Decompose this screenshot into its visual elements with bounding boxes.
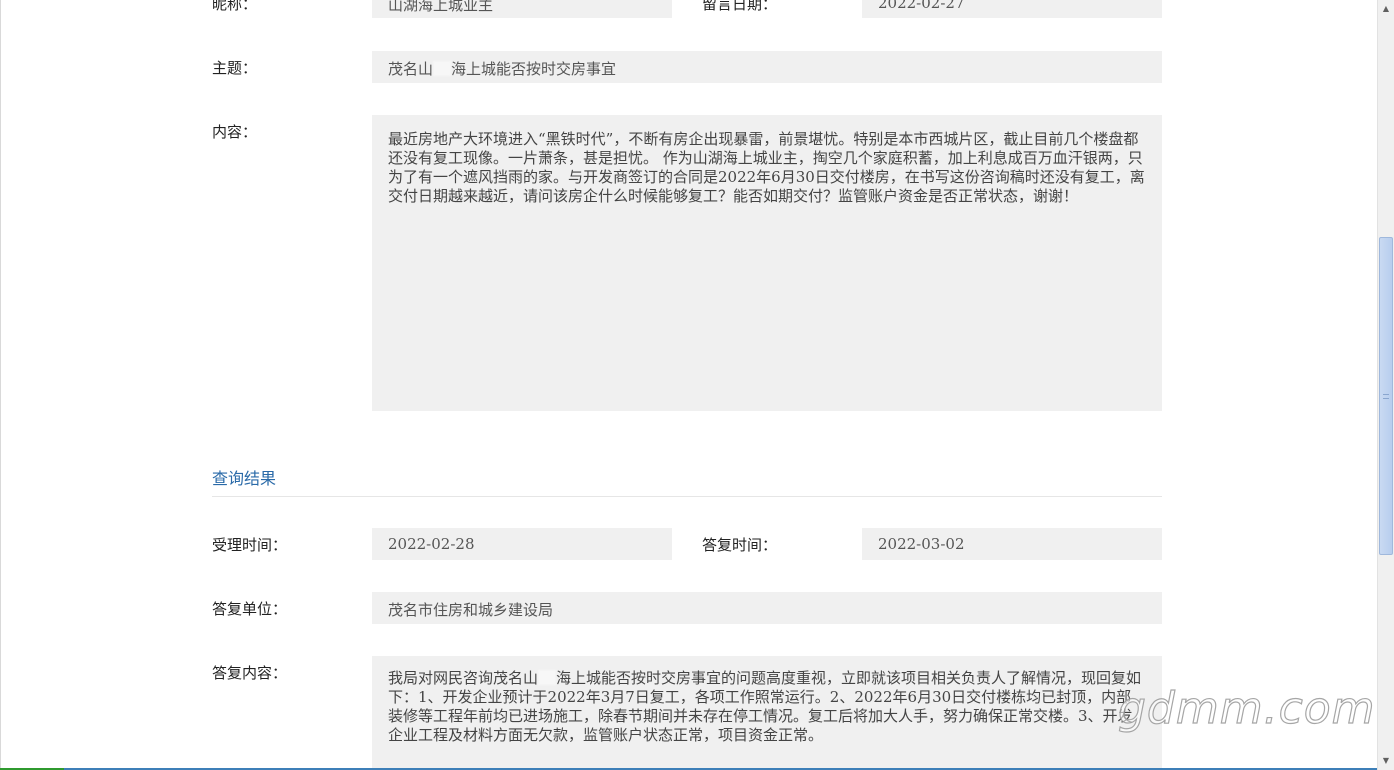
reply-time-label: 答复时间： xyxy=(702,536,778,554)
message-date-field: 2022-02-27 xyxy=(862,0,1162,18)
nickname-value: 山湖海上城业主 xyxy=(388,0,494,14)
scroll-thumb[interactable] xyxy=(1379,237,1393,555)
arrow-up-icon: ▲ xyxy=(1382,4,1390,13)
content-value: 最近房地产大环境进入“黑铁时代”，不断有房企出现暴雷，前景堪忧。特别是本市西城片… xyxy=(388,130,1145,205)
accept-time-field: 2022-02-28 xyxy=(372,528,672,560)
message-date-value: 2022-02-27 xyxy=(878,0,965,12)
reply-time-field: 2022-03-02 xyxy=(862,528,1162,560)
reply-content-label: 答复内容： xyxy=(212,664,288,682)
subject-value-prefix: 茂名山 xyxy=(388,60,434,78)
nickname-field: 山湖海上城业主 xyxy=(372,0,672,18)
section-divider xyxy=(212,496,1162,497)
reply-time-value: 2022-03-02 xyxy=(878,535,965,553)
reply-content-prefix: 我局对网民咨询茂名山 xyxy=(388,669,539,687)
accept-time-label: 受理时间： xyxy=(212,536,288,554)
left-border xyxy=(0,0,1,768)
reply-content-field: 我局对网民咨询茂名山 海上城能否按时交房事宜的问题高度重视，立即就该项目相关负责人… xyxy=(372,656,1162,768)
reply-unit-field: 茂名市住房和城乡建设局 xyxy=(372,592,1162,624)
scroll-up-button[interactable]: ▲ xyxy=(1378,0,1394,17)
reply-unit-value: 茂名市住房和城乡建设局 xyxy=(388,601,554,619)
redacted-mark xyxy=(538,670,557,685)
content-label: 内容： xyxy=(212,123,258,141)
subject-label: 主题： xyxy=(212,59,258,77)
redacted-mark xyxy=(433,61,452,76)
subject-value-suffix: 海上城能否按时交房事宜 xyxy=(451,60,617,78)
reply-unit-label: 答复单位： xyxy=(212,600,288,618)
scroll-track[interactable] xyxy=(1378,17,1394,752)
message-date-label: 留言日期： xyxy=(702,0,778,13)
nickname-label: 昵称： xyxy=(212,0,258,13)
page-viewport: 昵称： 山湖海上城业主 留言日期： 2022-02-27 主题： 茂名山 海上城能… xyxy=(0,0,1377,768)
result-section-title: 查询结果 xyxy=(212,469,277,488)
watermark-logo: gdmm.com xyxy=(1117,682,1376,734)
vertical-scrollbar[interactable]: ▲ ▼ xyxy=(1377,0,1394,770)
content-field: 最近房地产大环境进入“黑铁时代”，不断有房企出现暴雷，前景堪忧。特别是本市西城片… xyxy=(372,115,1162,411)
subject-field: 茂名山 海上城能否按时交房事宜 xyxy=(372,51,1162,83)
scroll-down-button[interactable]: ▼ xyxy=(1378,752,1394,769)
grip-icon xyxy=(1383,393,1389,399)
accept-time-value: 2022-02-28 xyxy=(388,535,475,553)
arrow-down-icon: ▼ xyxy=(1382,756,1390,765)
